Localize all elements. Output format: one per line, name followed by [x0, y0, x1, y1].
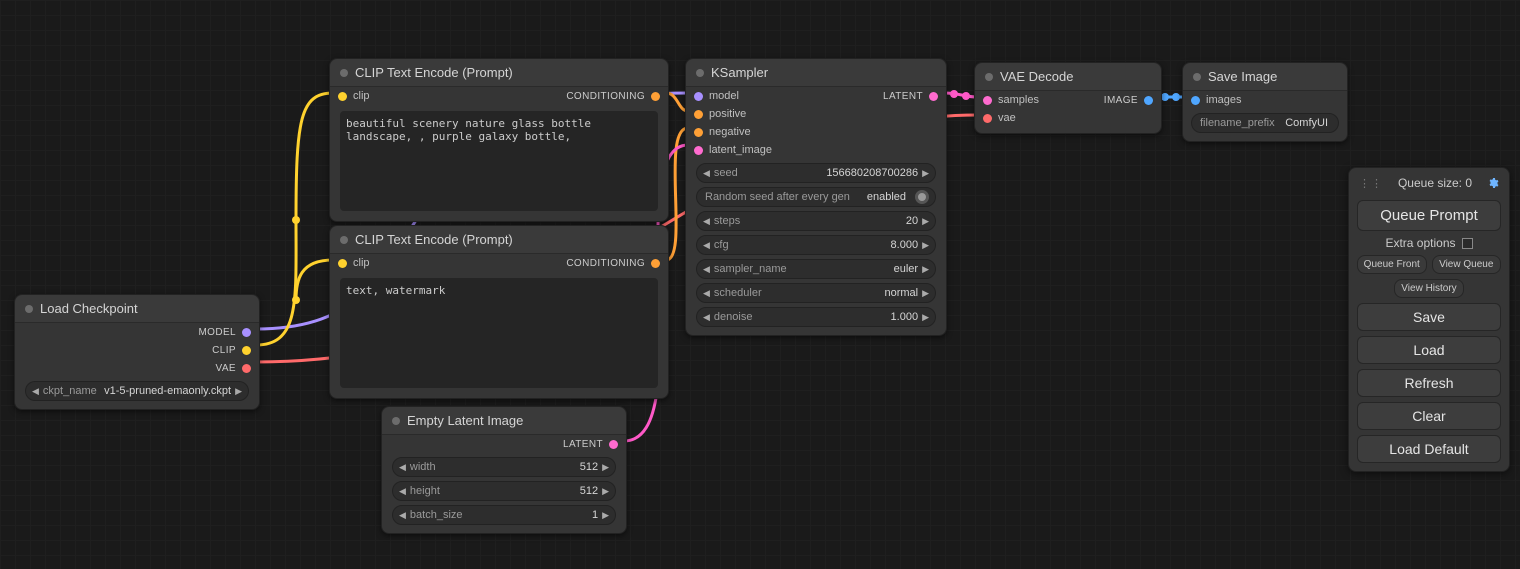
widget-scheduler[interactable]: ◀schedulernormal▶	[696, 283, 936, 303]
load-default-button[interactable]: Load Default	[1357, 435, 1501, 463]
node-empty-latent-image[interactable]: Empty Latent Image LATENT ◀width512▶ ◀he…	[381, 406, 627, 534]
node-dot-icon	[392, 417, 400, 425]
control-panel[interactable]: ⋮⋮ Queue size: 0 Queue Prompt Extra opti…	[1348, 167, 1510, 472]
node-header[interactable]: CLIP Text Encode (Prompt)	[330, 226, 668, 254]
node-load-checkpoint[interactable]: Load Checkpoint MODEL CLIP VAE ◀ ckpt_na…	[14, 294, 260, 410]
port-positive-in[interactable]	[694, 110, 703, 119]
save-button[interactable]: Save	[1357, 303, 1501, 331]
widget-width[interactable]: ◀width512▶	[392, 457, 616, 477]
node-header[interactable]: Empty Latent Image	[382, 407, 626, 435]
port-samples-in[interactable]	[983, 96, 992, 105]
toggle-icon	[915, 190, 929, 204]
queue-prompt-button[interactable]: Queue Prompt	[1357, 200, 1501, 231]
node-title: VAE Decode	[1000, 69, 1073, 84]
port-vae-in[interactable]	[983, 114, 992, 123]
widget-ckpt-name[interactable]: ◀ ckpt_name v1-5-pruned-emaonly.ckpt ▶	[25, 381, 249, 401]
out-cond-label: CONDITIONING	[566, 91, 645, 102]
node-header[interactable]: Load Checkpoint	[15, 295, 259, 323]
drag-handle-icon[interactable]: ⋮⋮	[1359, 177, 1383, 190]
out-clip-label: CLIP	[212, 345, 236, 356]
node-dot-icon	[340, 236, 348, 244]
clear-button[interactable]: Clear	[1357, 402, 1501, 430]
node-title: Save Image	[1208, 69, 1277, 84]
port-vae[interactable]	[242, 364, 251, 373]
port-cond-out[interactable]	[651, 259, 660, 268]
widget-filename-prefix[interactable]: filename_prefixComfyUI	[1191, 113, 1339, 133]
port-model-in[interactable]	[694, 92, 703, 101]
node-header[interactable]: CLIP Text Encode (Prompt)	[330, 59, 668, 87]
node-dot-icon	[1193, 73, 1201, 81]
node-dot-icon	[985, 73, 993, 81]
node-title: CLIP Text Encode (Prompt)	[355, 65, 513, 80]
node-title: Load Checkpoint	[40, 301, 138, 316]
checkbox-icon[interactable]	[1462, 238, 1473, 249]
widget-steps[interactable]: ◀steps20▶	[696, 211, 936, 231]
refresh-button[interactable]: Refresh	[1357, 369, 1501, 397]
port-latent-in[interactable]	[694, 146, 703, 155]
node-clip-text-encode-positive[interactable]: CLIP Text Encode (Prompt) clip CONDITION…	[329, 58, 669, 222]
widget-sampler-name[interactable]: ◀sampler_nameeuler▶	[696, 259, 936, 279]
out-latent-label: LATENT	[563, 439, 603, 450]
prompt-textarea[interactable]: beautiful scenery nature glass bottle la…	[340, 111, 658, 211]
port-image-out[interactable]	[1144, 96, 1153, 105]
view-history-button[interactable]: View History	[1394, 279, 1464, 298]
node-clip-text-encode-negative[interactable]: CLIP Text Encode (Prompt) clip CONDITION…	[329, 225, 669, 399]
widget-random-seed[interactable]: Random seed after every genenabled	[696, 187, 936, 207]
node-header[interactable]: KSampler	[686, 59, 946, 87]
widget-denoise[interactable]: ◀denoise1.000▶	[696, 307, 936, 327]
widget-batch-size[interactable]: ◀batch_size1▶	[392, 505, 616, 525]
queue-size-label: Queue size: 0	[1398, 176, 1472, 190]
in-clip-label: clip	[353, 257, 370, 269]
widget-cfg[interactable]: ◀cfg8.000▶	[696, 235, 936, 255]
queue-front-button[interactable]: Queue Front	[1357, 255, 1427, 274]
extra-options-row[interactable]: Extra options	[1357, 236, 1501, 250]
node-title: CLIP Text Encode (Prompt)	[355, 232, 513, 247]
out-cond-label: CONDITIONING	[566, 258, 645, 269]
prompt-textarea[interactable]: text, watermark	[340, 278, 658, 388]
widget-height[interactable]: ◀height512▶	[392, 481, 616, 501]
view-queue-button[interactable]: View Queue	[1432, 255, 1502, 274]
port-negative-in[interactable]	[694, 128, 703, 137]
port-cond-out[interactable]	[651, 92, 660, 101]
node-header[interactable]: Save Image	[1183, 63, 1347, 91]
node-vae-decode[interactable]: VAE Decode samples IMAGE vae	[974, 62, 1162, 134]
port-latent-out[interactable]	[609, 440, 618, 449]
out-model-label: MODEL	[198, 327, 236, 338]
port-latent-out[interactable]	[929, 92, 938, 101]
arrow-left-icon: ◀	[32, 386, 39, 397]
node-dot-icon	[340, 69, 348, 77]
gear-icon[interactable]	[1487, 177, 1499, 189]
node-title: Empty Latent Image	[407, 413, 523, 428]
port-clip-in[interactable]	[338, 92, 347, 101]
port-clip[interactable]	[242, 346, 251, 355]
node-save-image[interactable]: Save Image images filename_prefixComfyUI	[1182, 62, 1348, 142]
node-dot-icon	[696, 69, 704, 77]
port-images-in[interactable]	[1191, 96, 1200, 105]
widget-seed[interactable]: ◀seed156680208700286▶	[696, 163, 936, 183]
load-button[interactable]: Load	[1357, 336, 1501, 364]
node-header[interactable]: VAE Decode	[975, 63, 1161, 91]
node-ksampler[interactable]: KSampler model LATENT positive negative …	[685, 58, 947, 336]
node-title: KSampler	[711, 65, 768, 80]
out-vae-label: VAE	[216, 363, 236, 374]
arrow-right-icon: ▶	[235, 386, 242, 397]
node-dot-icon	[25, 305, 33, 313]
in-clip-label: clip	[353, 90, 370, 102]
port-clip-in[interactable]	[338, 259, 347, 268]
port-model[interactable]	[242, 328, 251, 337]
